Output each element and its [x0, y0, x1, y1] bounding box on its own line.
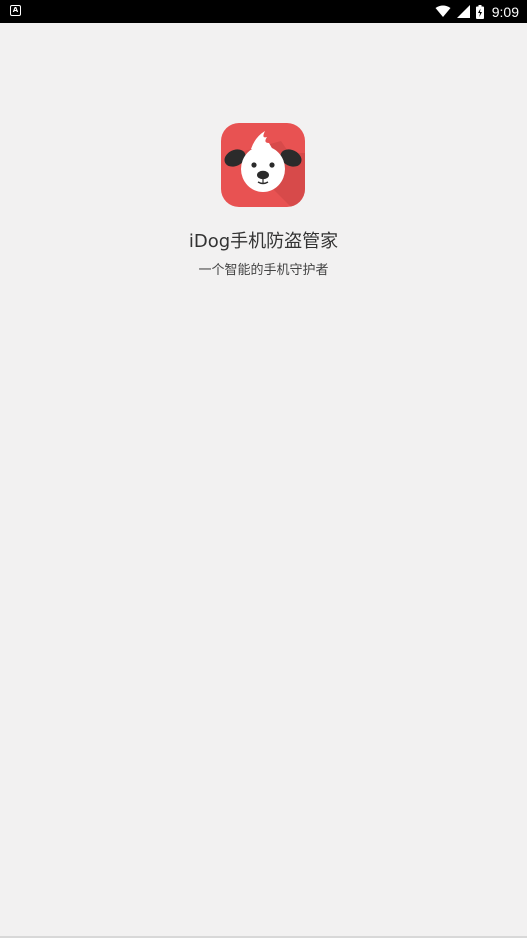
status-bar: A 9:09 [0, 0, 527, 23]
app-subtitle: 一个智能的手机守护者 [198, 263, 329, 278]
signal-icon [456, 5, 470, 18]
a-badge-icon: A [10, 5, 21, 16]
dog-face-icon [221, 123, 305, 207]
status-icons: 9:09 [435, 0, 519, 23]
status-time: 9:09 [491, 3, 519, 20]
wifi-icon [435, 5, 451, 17]
app-title: iDog手机防盗管家 [188, 231, 339, 252]
battery-icon [475, 4, 484, 19]
splash-screen: A 9:09 iDog手机防盗管家 一个智能的手机守护者 [0, 0, 527, 938]
notification-letter: A [12, 6, 19, 14]
